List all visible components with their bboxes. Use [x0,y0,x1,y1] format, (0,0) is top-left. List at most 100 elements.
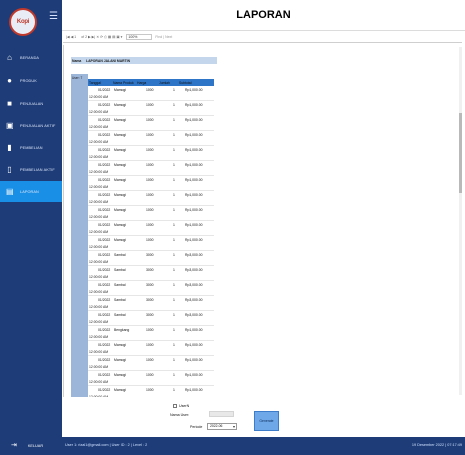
cell-harga: 1000 [146,358,154,362]
sidebar-item-penjualan-aktif[interactable]: ▣ PENJUALAN AKTIF [0,115,62,136]
cell-date: 01/2022 [98,298,111,302]
cell-date: 01/2022 [98,238,111,242]
nama-user-input[interactable] [209,411,234,417]
cell-harga: 1000 [146,118,154,122]
cell-subtotal: Rp1,000.00 [185,238,203,242]
cell-subtotal: Rp1,000.00 [185,373,203,377]
user-filter[interactable]: UserN [173,404,189,408]
app-window: Kopi ☰ ⌂ BERANDA ● PRODUK ■ PENJUALAN ▣ PENJUAL… [0,0,465,455]
cell-time: 12:00:00 AM [89,245,109,249]
cell-produk: Mamogi [114,148,127,152]
cell-harga: 3000 [146,298,154,302]
table-row: 01/2022 12:00:00 AM Mamogi 1000 1 Rp1,000.00 [88,191,214,206]
table-row: 01/2022 12:00:00 AM Sambal 3000 1 Rp3,000.00 [88,266,214,281]
cell-time: 12:00:00 AM [89,215,109,219]
cell-time: 12:00:00 AM [89,365,109,369]
cell-subtotal: Rp3,000.00 [185,283,203,287]
cell-subtotal: Rp1,000.00 [185,328,203,332]
cell-subtotal: Rp1,000.00 [185,178,203,182]
cell-produk: Mamogi [114,193,127,197]
cell-date: 01/2022 [98,373,111,377]
generate-button[interactable]: Generate [254,411,279,431]
cell-produk: Sambal [114,253,126,257]
sidebar-item-label: BERANDA [20,55,40,60]
cash-active-icon: ▣ [6,121,14,130]
table-row: 01/2022 12:00:00 AM Mamogi 1000 1 Rp1,000.00 [88,161,214,176]
cash-icon: ■ [7,99,12,108]
cart-icon: ● [7,76,12,85]
cell-date: 01/2022 [98,163,111,167]
table-row: 01/2022 12:00:00 AM Mamogi 1000 1 Rp1,000.00 [88,176,214,191]
find-box[interactable]: Find | Next [155,35,172,39]
report-icon: ▤ [6,187,14,196]
sidebar-item-beranda[interactable]: ⌂ BERANDA [0,47,62,68]
cell-harga: 1000 [146,223,154,227]
cell-jumlah: 1 [173,313,175,317]
sidebar-item-laporan[interactable]: ▤ LAPORAN [0,181,62,202]
bag-active-icon: ▯ [7,165,12,174]
hamburger-menu-icon[interactable]: ☰ [49,12,58,22]
cell-harga: 1000 [146,148,154,152]
sidebar-item-pembelian[interactable]: ▮ PEMBELIAN [0,137,62,158]
cell-date: 01/2022 [98,133,111,137]
cell-time: 12:00:00 AM [89,275,109,279]
cell-jumlah: 1 [173,238,175,242]
cell-date: 01/2022 [98,313,111,317]
periode-select[interactable]: 2022-06 ▾ [207,423,237,430]
cell-harga: 3000 [146,268,154,272]
cell-produk: Mamogi [114,238,127,242]
page-navigation[interactable]: |◀ ◀ 1 [65,35,77,39]
cell-time: 12:00:00 AM [89,170,109,174]
cell-produk: Mamogi [114,208,127,212]
cell-subtotal: Rp1,000.00 [185,148,203,152]
table-row: 01/2022 12:00:00 AM Sambal 3000 1 Rp3,000.00 [88,281,214,296]
cell-produk: Mamogi [114,133,127,137]
bag-icon: ▮ [7,143,12,152]
cell-time: 12:00:00 AM [89,110,109,114]
cell-subtotal: Rp3,000.00 [185,253,203,257]
home-icon: ⌂ [7,53,12,62]
toolbar-actions[interactable]: of 2 ▶ ▶| ✕ ⟳ ⎙ ▦ ▤ ▣ ▾ [80,35,123,39]
report-user-label: User: 7 [72,76,83,80]
cell-harga: 3000 [146,283,154,287]
logout-button[interactable]: ⇥ KELUAR [11,442,43,449]
cell-subtotal: Rp3,000.00 [185,313,203,317]
zoom-select[interactable]: 100% [126,33,153,40]
cell-produk: Mamogi [114,388,127,392]
cell-harga: 1000 [146,238,154,242]
col-nama-produk: Nama Produk [113,80,134,85]
cell-harga: 1000 [146,103,154,107]
cell-date: 01/2022 [98,328,111,332]
cell-time: 12:00:00 AM [89,395,109,397]
cell-subtotal: Rp1,000.00 [185,88,203,92]
scrollbar-thumb[interactable] [459,113,462,193]
report-toolbar: |◀ ◀ 1 of 2 ▶ ▶| ✕ ⟳ ⎙ ▦ ▤ ▣ ▾ 100% Find… [63,32,463,41]
chevron-down-icon: ▾ [232,424,235,429]
cell-jumlah: 1 [173,133,175,137]
cell-produk: Mamogi [114,223,127,227]
cell-subtotal: Rp1,000.00 [185,223,203,227]
cell-harga: 1000 [146,193,154,197]
cell-date: 01/2022 [98,88,111,92]
cell-time: 12:00:00 AM [89,140,109,144]
cell-time: 12:00:00 AM [89,125,109,129]
app-logo: Kopi [9,8,37,36]
sidebar-item-produk[interactable]: ● PRODUK [0,70,62,91]
page-title: LAPORAN [236,9,291,21]
cell-time: 12:00:00 AM [89,260,109,264]
sidebar-item-penjualan[interactable]: ■ PENJUALAN [0,93,62,114]
sidebar: Kopi ☰ ⌂ BERANDA ● PRODUK ■ PENJUALAN ▣ PENJUAL… [0,0,62,437]
cell-date: 01/2022 [98,388,111,392]
cell-harga: 1000 [146,388,154,392]
sidebar-item-pembelian-aktif[interactable]: ▯ PEMBELIAN AKTIF [0,159,62,180]
cell-time: 12:00:00 AM [89,200,109,204]
periode-label: Periode [190,425,203,429]
table-row: 01/2022 12:00:00 AM Sambal 3000 1 Rp3,000.00 [88,251,214,266]
cell-harga: 1000 [146,163,154,167]
vertical-scrollbar[interactable] [459,47,462,395]
cell-jumlah: 1 [173,193,175,197]
user-checkbox[interactable] [173,404,177,408]
cell-date: 01/2022 [98,358,111,362]
col-jumlah: Jumlah [159,80,170,85]
col-subtotal: Subtotal [179,80,192,85]
